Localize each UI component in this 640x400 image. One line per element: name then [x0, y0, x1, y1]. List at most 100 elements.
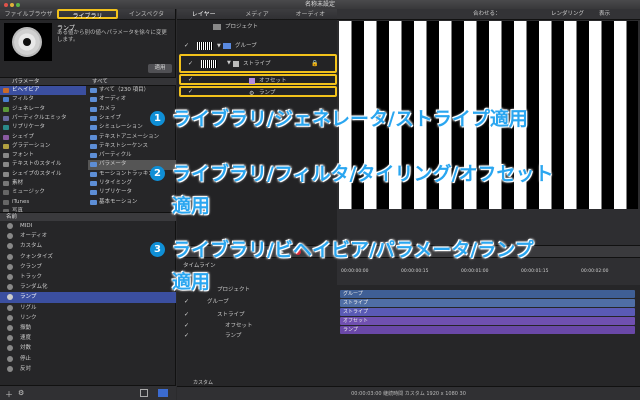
- category-item[interactable]: フォント: [0, 151, 86, 160]
- list-item[interactable]: ランダム化: [0, 282, 176, 292]
- track-offset[interactable]: オフセット: [340, 317, 635, 325]
- checkbox-icon[interactable]: ✓: [188, 89, 193, 95]
- folder-icon: [90, 199, 97, 205]
- checkbox-icon[interactable]: ✓: [188, 77, 193, 83]
- subcategory-item[interactable]: すべて（230 項目）: [88, 86, 176, 95]
- subcategory-item[interactable]: リプリケータ: [88, 188, 176, 197]
- list-item[interactable]: クォンタイズ: [0, 252, 176, 262]
- settings-icon[interactable]: ⚙: [18, 389, 24, 397]
- preview-description: ある値から別の値へパラメータを徐々に変更します。: [57, 30, 167, 43]
- list-item[interactable]: トラック: [0, 272, 176, 282]
- tab-audio[interactable]: オーディオ: [284, 9, 337, 19]
- timeline-ruler[interactable]: 00:00:00:00 00:00:00:15 00:00:01:00 00:0…: [337, 258, 640, 285]
- subcategory-item[interactable]: テキストシーケンス: [88, 142, 176, 151]
- apply-button[interactable]: 適用: [148, 64, 172, 73]
- list-item[interactable]: 振動: [0, 323, 176, 333]
- timeline-row-group[interactable]: ✓ グループ: [177, 297, 337, 307]
- browser-header: パラメータ すべて: [0, 77, 176, 86]
- checkbox-icon[interactable]: ✓: [184, 299, 189, 305]
- list-item[interactable]: 対数: [0, 343, 176, 353]
- checkbox-icon[interactable]: ✓: [184, 312, 189, 318]
- fit-dropdown[interactable]: 合わせる：: [473, 9, 501, 20]
- checkbox-icon[interactable]: ✓: [184, 43, 189, 49]
- subcategory-item[interactable]: パーティクル: [88, 151, 176, 160]
- category-item[interactable]: パーティクルエミッタ: [0, 114, 86, 123]
- category-item[interactable]: iTunes: [0, 198, 86, 207]
- checkbox-icon[interactable]: ✓: [184, 323, 189, 329]
- step-number-1: 1: [150, 111, 165, 126]
- checkbox-icon[interactable]: ✓: [188, 61, 193, 67]
- text-style-icon: [3, 162, 9, 168]
- list-item[interactable]: クランプ: [0, 262, 176, 272]
- mid-tab-bar: レイヤー メディア オーディオ: [177, 9, 337, 20]
- ruler-tick: 00:00:00:15: [401, 269, 429, 274]
- track-stripes-fx[interactable]: ストライプ: [340, 308, 635, 316]
- tab-file-browser[interactable]: ファイルブラウザ: [0, 9, 57, 19]
- subcategory-item[interactable]: リタイミング: [88, 179, 176, 188]
- subcategory-item[interactable]: オーディオ: [88, 95, 176, 104]
- step-number-3: 3: [150, 242, 165, 257]
- callout-step-2-line2: 適用: [172, 195, 211, 217]
- layer-row-ramp[interactable]: ✓ ⚙ ランプ: [179, 86, 337, 97]
- category-item[interactable]: ミュージック: [0, 188, 86, 197]
- gear-icon: [12, 27, 42, 57]
- timeline-row-offset[interactable]: ✓ オフセット: [177, 321, 337, 331]
- browser-lists: ビヘイビア フィルタ ジェネレータ パーティクルエミッタ リプリケータ シェイプ…: [0, 86, 176, 212]
- timeline-row-ramp[interactable]: ✓ ランプ: [177, 331, 337, 341]
- list-item[interactable]: 停止: [0, 354, 176, 364]
- disclosure-triangle-icon[interactable]: ▼: [217, 41, 221, 51]
- close-window-icon[interactable]: [4, 2, 8, 7]
- category-item[interactable]: ジェネレータ: [0, 105, 86, 114]
- category-item[interactable]: テキストのスタイル: [0, 160, 86, 169]
- subcategory-item[interactable]: テキストアニメーション: [88, 133, 176, 142]
- folder-icon: [90, 134, 97, 140]
- category-item[interactable]: シェイプ: [0, 133, 86, 142]
- subcategory-item[interactable]: シミュレーション: [88, 123, 176, 132]
- list-item[interactable]: MIDI: [0, 221, 176, 231]
- lock-icon[interactable]: 🔒: [311, 59, 318, 69]
- timeline-row-stripes[interactable]: ✓ ストライプ: [177, 310, 337, 320]
- category-item[interactable]: リプリケータ: [0, 123, 86, 132]
- list-view-icon[interactable]: [158, 389, 168, 397]
- render-dropdown[interactable]: レンダリング: [551, 9, 584, 20]
- category-item[interactable]: 素材: [0, 179, 86, 188]
- layer-row-group[interactable]: ✓ ▼ グループ: [177, 38, 337, 54]
- behavior-icon: [7, 223, 13, 229]
- ruler-tick: 00:00:00:00: [341, 269, 369, 274]
- folder-icon: [90, 153, 97, 159]
- track-group[interactable]: グループ: [340, 290, 635, 298]
- checkbox-icon[interactable]: ✓: [184, 333, 189, 339]
- disclosure-triangle-icon[interactable]: ▼: [227, 58, 231, 68]
- icon-view-icon[interactable]: [140, 389, 148, 397]
- category-item[interactable]: グラデーション: [0, 142, 86, 151]
- layer-row-stripes[interactable]: ✓ ▼ ストライプ 🔒: [179, 54, 337, 73]
- list-item[interactable]: リグル: [0, 303, 176, 313]
- left-footer: ＋ ⚙: [0, 385, 176, 400]
- category-item[interactable]: フィルタ: [0, 95, 86, 104]
- layer-row-project[interactable]: プロジェクト: [177, 22, 337, 32]
- tab-inspector[interactable]: インスペクタ: [118, 9, 175, 19]
- category-item[interactable]: シェイプのスタイル: [0, 170, 86, 179]
- track-ramp[interactable]: ランプ: [340, 326, 635, 334]
- minimize-window-icon[interactable]: [10, 2, 14, 7]
- gear-icon: ⚙: [249, 90, 255, 97]
- folder-icon: [90, 171, 97, 177]
- music-icon: [3, 190, 9, 196]
- generator-icon: [3, 106, 9, 112]
- view-dropdown[interactable]: 表示: [599, 9, 610, 20]
- list-item-ramp[interactable]: ランプ: [0, 292, 176, 303]
- list-item[interactable]: オーディオ: [0, 231, 176, 241]
- list-item[interactable]: リンク: [0, 313, 176, 323]
- subcategory-item[interactable]: 基本モーション: [88, 198, 176, 207]
- track-stripes[interactable]: ストライプ: [340, 299, 635, 307]
- tab-layers[interactable]: レイヤー: [177, 9, 230, 19]
- tab-media[interactable]: メディア: [230, 9, 283, 19]
- list-item[interactable]: 速度: [0, 333, 176, 343]
- behavior-icon: [7, 243, 13, 250]
- category-item[interactable]: ビヘイビア: [0, 86, 86, 96]
- zoom-window-icon[interactable]: [16, 2, 20, 7]
- tab-library[interactable]: ライブラリ: [57, 9, 118, 20]
- list-item[interactable]: 反対: [0, 364, 176, 374]
- add-icon[interactable]: ＋: [5, 389, 13, 400]
- layer-row-offset[interactable]: ✓ オフセット: [179, 74, 337, 85]
